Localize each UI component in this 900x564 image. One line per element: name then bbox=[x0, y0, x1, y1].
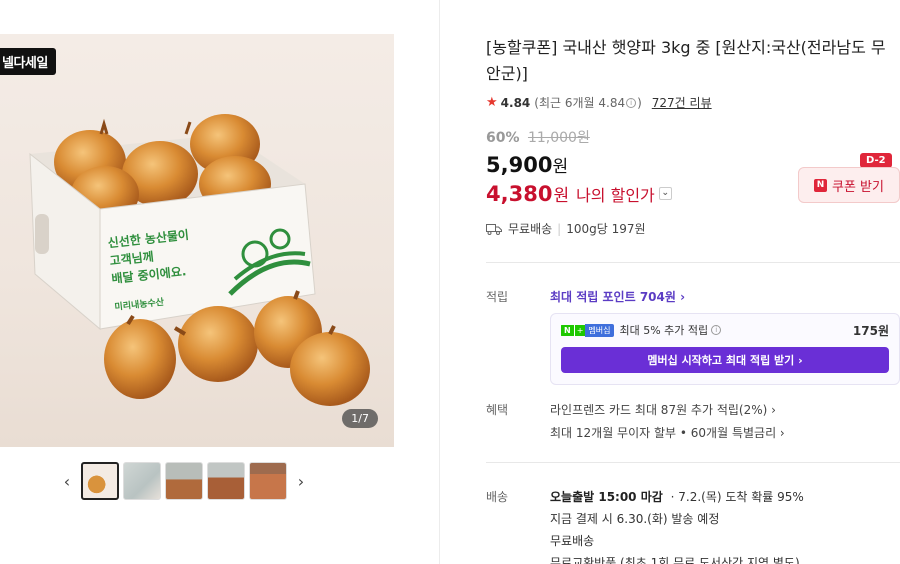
membership-box: N + 멤버십 최대 5% 추가 적립 i 175원 멤버십 시작하고 최대 적립 … bbox=[550, 313, 900, 385]
shipping-row: 무료배송 | 100g당 197원 bbox=[486, 220, 646, 237]
sale-badge: 넬다세일 bbox=[0, 48, 56, 75]
my-discount-price[interactable]: 4,380 원 나의 할인가 ⌄ bbox=[486, 181, 672, 206]
prev-arrow-icon[interactable]: ‹ bbox=[55, 463, 79, 499]
info-icon[interactable]: i bbox=[626, 97, 637, 108]
naver-n-icon: N bbox=[814, 178, 827, 192]
membership-badge-text: 멤버십 bbox=[585, 323, 614, 337]
star-icon: ★ bbox=[486, 95, 498, 110]
sale-price: 5,900원 bbox=[486, 152, 568, 177]
my-price-label: 나의 할인가 bbox=[576, 185, 655, 205]
delivery-today-row: 오늘출발 15:00 마감 · 7.2.(목) 도착 확률 95% bbox=[550, 488, 804, 505]
membership-row: N + 멤버십 최대 5% 추가 적립 i bbox=[561, 322, 722, 338]
column-divider bbox=[439, 0, 440, 564]
my-price-value: 4,380 bbox=[486, 181, 553, 206]
rating-row: ★ 4.84 (최근 6개월 4.84 i ) 727건 리뷰 bbox=[486, 94, 712, 111]
separator: | bbox=[557, 221, 562, 236]
max-points-text: 최대 적립 포인트 bbox=[550, 290, 636, 304]
delivery-label: 배송 bbox=[486, 490, 509, 504]
image-counter: 1/7 bbox=[342, 409, 378, 428]
coupon-button-label: 쿠폰 받기 bbox=[832, 179, 884, 195]
membership-amount: 175원 bbox=[852, 324, 889, 338]
membership-badge: N + 멤버십 bbox=[561, 323, 614, 337]
delivery-free-return: 무료교환반품 (최초 1회 무료 도서산간 지역 별도) bbox=[550, 556, 800, 564]
onion-box-illustration: 신선한 농산물이 고객님께 배달 중이에요. 미리내농수산 bbox=[29, 114, 370, 406]
review-count-link[interactable]: 727건 리뷰 bbox=[652, 94, 712, 111]
chevron-right-icon: › bbox=[680, 290, 686, 304]
benefit-card-link[interactable]: 라인프렌즈 카드 최대 87원 추가 적립(2%) › bbox=[550, 401, 776, 418]
rating-score: 4.84 bbox=[500, 95, 531, 110]
plus-icon: + bbox=[573, 324, 586, 336]
delivery-arrival: · 7.2.(목) 도착 확률 95% bbox=[670, 490, 804, 504]
delivery-ship-date: 지금 결제 시 6.30.(화) 발송 예정 bbox=[550, 512, 720, 526]
membership-start-button[interactable]: 멤버십 시작하고 최대 적립 받기 › bbox=[561, 347, 889, 373]
next-arrow-icon[interactable]: › bbox=[289, 463, 313, 499]
free-shipping-text: 무료배송 bbox=[508, 222, 553, 236]
product-main-image[interactable]: 신선한 농산물이 고객님께 배달 중이에요. 미리내농수산 넬다세일 1/7 bbox=[0, 34, 394, 447]
benefits-label: 혜택 bbox=[486, 403, 509, 417]
original-price: 11,000원 bbox=[527, 130, 590, 146]
sale-price-unit: 원 bbox=[552, 157, 569, 177]
rating-recent: (최근 6개월 4.84 bbox=[534, 96, 626, 110]
chevron-down-icon[interactable]: ⌄ bbox=[658, 187, 672, 200]
membership-extra-text: 최대 5% 추가 적립 bbox=[619, 324, 709, 337]
coupon-dday-badge: D-2 bbox=[860, 153, 892, 172]
section-divider bbox=[486, 462, 900, 463]
thumbnail-1[interactable] bbox=[81, 462, 119, 500]
truck-icon bbox=[486, 223, 502, 235]
thumbnail-strip: ‹ › bbox=[55, 462, 313, 500]
naver-n-icon: N bbox=[561, 324, 574, 336]
discount-line: 60% 11,000원 bbox=[486, 127, 590, 147]
max-points-link[interactable]: 최대 적립 포인트 704원 › bbox=[550, 288, 685, 305]
section-divider bbox=[486, 262, 900, 263]
max-points-value: 704원 bbox=[639, 290, 676, 304]
rating-recent-end: ) bbox=[637, 95, 642, 110]
thumbnail-5[interactable] bbox=[249, 462, 287, 500]
discount-rate: 60% bbox=[486, 130, 520, 146]
thumbnail-4[interactable] bbox=[207, 462, 245, 500]
product-title: [농할쿠폰] 국내산 햇양파 3kg 중 [원산지:국산(전라남도 무안군)] bbox=[486, 38, 886, 83]
delivery-free-shipping: 무료배송 bbox=[550, 534, 595, 548]
my-price-unit: 원 bbox=[553, 186, 570, 206]
delivery-cutoff: 오늘출발 15:00 마감 bbox=[550, 490, 663, 504]
unit-price-text: 100g당 197원 bbox=[566, 222, 646, 236]
sale-price-value: 5,900 bbox=[486, 153, 553, 177]
coupon-button[interactable]: N 쿠폰 받기 bbox=[798, 167, 900, 203]
thumbnail-3[interactable] bbox=[165, 462, 203, 500]
benefit-installment-link[interactable]: 최대 12개월 무이자 할부 • 60개월 특별금리 › bbox=[550, 424, 785, 441]
points-label: 적립 bbox=[486, 290, 509, 304]
thumbnail-2[interactable] bbox=[123, 462, 161, 500]
info-icon[interactable]: i bbox=[711, 325, 722, 335]
